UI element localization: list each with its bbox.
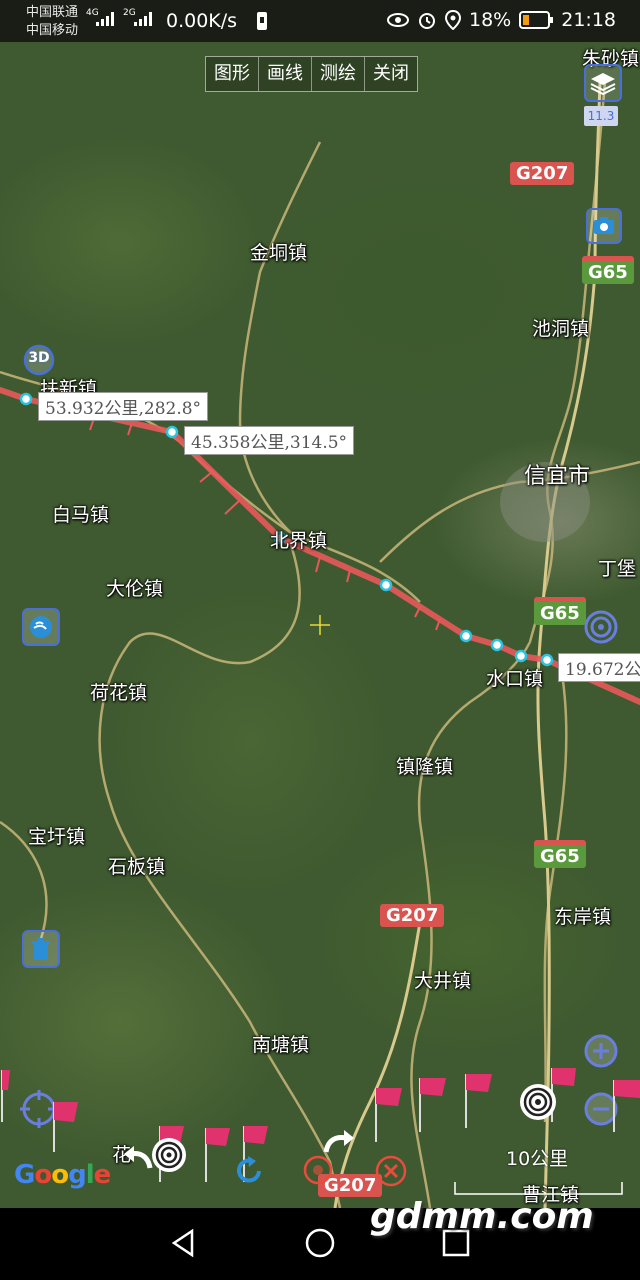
satellite-map[interactable]: 图形 画线 测绘 关闭 朱砂镇 金垌镇 池洞镇 扶新镇 信宜市 白马镇 北界镇 …: [0, 42, 640, 1208]
place-label: 大伦镇: [106, 578, 164, 600]
place-label: 北界镇: [270, 530, 328, 552]
place-label: 丁堡: [598, 558, 637, 580]
carrier-1: 中国联通: [26, 5, 79, 20]
place-label: 石板镇: [108, 856, 166, 878]
watermark: gdmm.com: [370, 1196, 594, 1237]
satellite-signal-icon: [30, 616, 52, 638]
layers-button[interactable]: [584, 64, 622, 102]
redo-icon: [323, 1130, 354, 1153]
camera-icon: [594, 217, 614, 234]
road-shield-g65: G65: [534, 840, 586, 868]
place-label: 白马镇: [52, 504, 110, 526]
place-label: 南塘镇: [252, 1034, 310, 1056]
place-label: 大井镇: [414, 970, 472, 992]
place-label: 金垌镇: [250, 242, 308, 264]
eye-icon: [387, 13, 409, 27]
signal-icon: [134, 12, 152, 26]
trash-icon: [32, 938, 50, 960]
layers-icon: [590, 73, 616, 96]
place-label: 东岸镇: [554, 906, 612, 928]
target-icon: [584, 610, 618, 644]
status-bar: 中国联通 中国移动 4G 2G 0.00K/s 18% 21:18: [0, 0, 640, 42]
3d-button[interactable]: 3D: [22, 344, 56, 376]
zoom-out-button[interactable]: [584, 1092, 618, 1126]
target-icon: [520, 1084, 556, 1120]
3d-label: 3D: [28, 350, 50, 366]
clear-icon: [375, 1155, 407, 1187]
place-label: 荷花镇: [90, 682, 148, 704]
place-label: 镇隆镇: [396, 756, 454, 778]
undo-icon: [124, 1146, 153, 1169]
zoom-in-button[interactable]: [584, 1034, 618, 1068]
gps-button[interactable]: [302, 1154, 334, 1186]
carrier-2: 中国移动: [26, 23, 79, 38]
close-toolbar-button[interactable]: 关闭: [365, 57, 417, 91]
back-icon[interactable]: [168, 1228, 198, 1258]
place-label: 信宜市: [524, 464, 591, 489]
net-speed: 0.00K/s: [166, 10, 238, 32]
map-features: [0, 81, 640, 1208]
redo-button[interactable]: [320, 1122, 360, 1158]
draw-line-button[interactable]: 画线: [259, 57, 312, 91]
road-shield-g207: G207: [380, 904, 445, 927]
refresh-icon: [237, 1156, 261, 1183]
signal-button[interactable]: [22, 608, 60, 646]
sim-icon: [257, 12, 267, 30]
delete-button[interactable]: [22, 930, 60, 968]
measure-button[interactable]: 测绘: [312, 57, 365, 91]
road-shield-g65: G65: [582, 256, 634, 284]
scale-bar: [454, 1182, 623, 1195]
zoom-out-icon: [584, 1092, 618, 1126]
signal-icon: [96, 12, 114, 26]
highways: [333, 81, 602, 1208]
minor-roads: [0, 81, 640, 1208]
battery-percent: 18%: [469, 9, 512, 31]
locate-button[interactable]: [20, 1090, 58, 1128]
measure-label: 45.358公里,314.5°: [184, 426, 355, 455]
road-shield-g207: G207: [510, 162, 575, 185]
location-icon: [445, 10, 461, 30]
alarm-icon: [419, 13, 435, 29]
draw-toolbar: 图形 画线 测绘 关闭: [205, 56, 418, 92]
battery-icon: [519, 11, 554, 29]
clear-button[interactable]: [374, 1154, 408, 1188]
place-label: 水口镇: [486, 668, 544, 690]
google-logo: Google: [14, 1160, 111, 1190]
camera-button[interactable]: [586, 208, 622, 244]
center-target-button[interactable]: [518, 1082, 558, 1122]
gps-icon: [303, 1155, 333, 1185]
home-icon[interactable]: [304, 1227, 336, 1259]
undo-button[interactable]: [120, 1140, 156, 1174]
crosshair-icon: [310, 615, 330, 635]
target-button[interactable]: [584, 610, 618, 644]
zoom-level-badge: 11.3: [584, 106, 618, 126]
measure-label: 19.672公: [558, 653, 640, 682]
place-label: 池洞镇: [532, 318, 590, 340]
road-shield-g65: G65: [534, 597, 586, 625]
scale-label: 10公里: [506, 1148, 569, 1170]
status-right: 18% 21:18: [387, 9, 616, 31]
locate-icon: [20, 1090, 58, 1128]
refresh-button[interactable]: [232, 1154, 266, 1188]
place-label: 宝圩镇: [28, 826, 86, 848]
measure-label: 53.932公里,282.8°: [38, 392, 209, 421]
clock: 21:18: [561, 9, 616, 31]
zoom-in-icon: [584, 1034, 618, 1068]
shape-button[interactable]: 图形: [206, 57, 259, 91]
